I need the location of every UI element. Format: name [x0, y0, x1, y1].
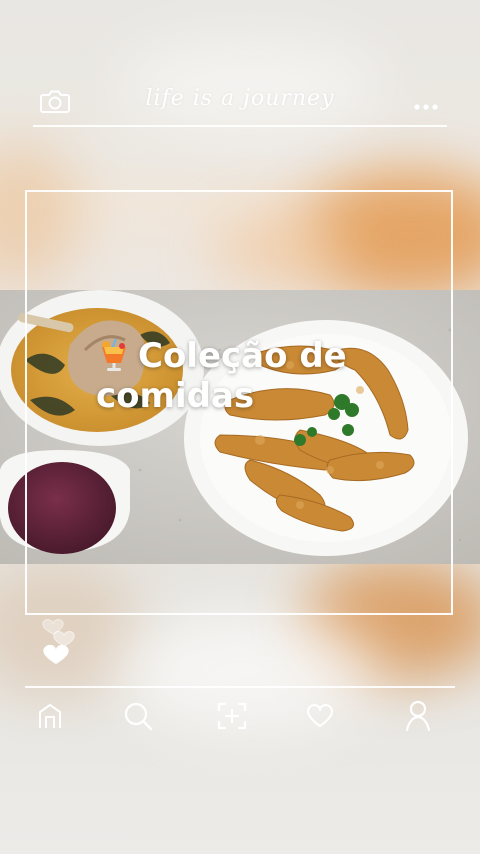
- search-icon: [121, 699, 155, 737]
- photo-frame: [25, 190, 453, 615]
- bottom-nav: [0, 694, 480, 744]
- nav-search[interactable]: [118, 698, 158, 738]
- heart-icon: [303, 699, 337, 737]
- home-icon: [34, 700, 66, 736]
- more-dots-icon[interactable]: [413, 96, 439, 115]
- top-bar: life is a journey: [33, 80, 447, 126]
- header-title: life is a journey: [145, 86, 335, 111]
- nav-profile[interactable]: [398, 698, 438, 738]
- nav-add[interactable]: [212, 698, 252, 738]
- heart-filled-icon: [43, 644, 69, 664]
- header-divider: [33, 125, 447, 127]
- nav-favorites[interactable]: [300, 698, 340, 738]
- nav-divider: [25, 686, 455, 688]
- profile-icon: [402, 699, 434, 737]
- add-square-icon: [215, 699, 249, 737]
- story-screen: life is a journey Coleção de comidas: [0, 0, 480, 854]
- nav-home[interactable]: [30, 698, 70, 738]
- like-animation[interactable]: [38, 608, 88, 678]
- heart-outline-icon: [53, 631, 75, 647]
